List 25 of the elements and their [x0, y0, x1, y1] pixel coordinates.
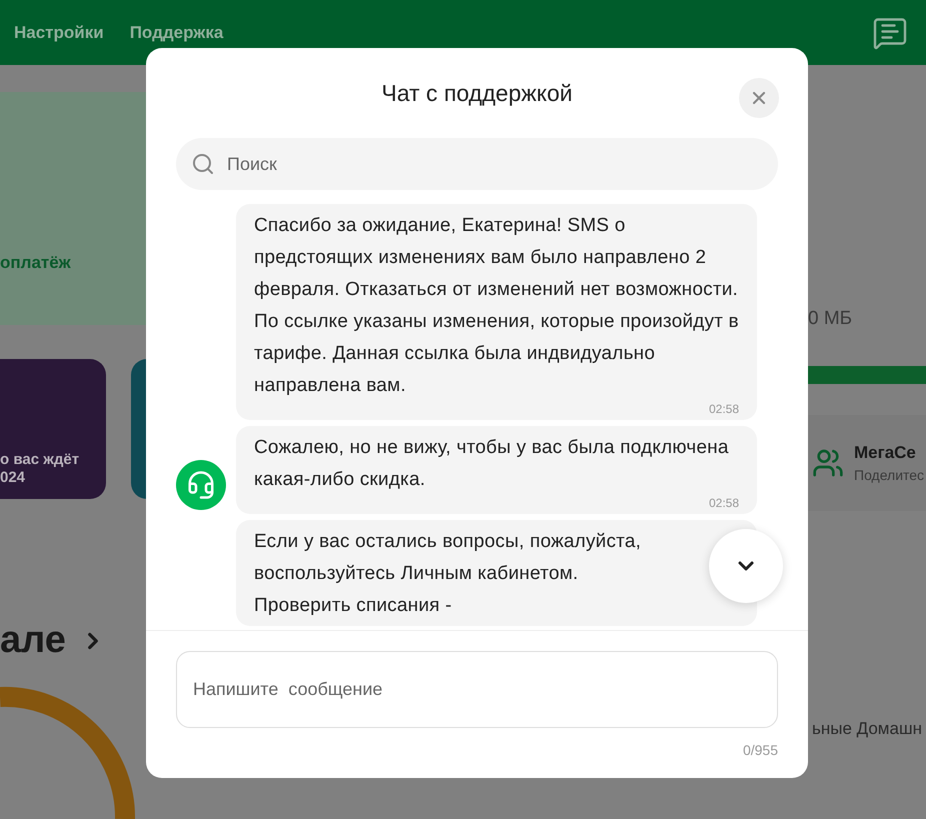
nav-link[interactable]: Поддержка — [130, 20, 224, 46]
search-icon — [191, 152, 215, 176]
message-time: 02:58 — [708, 402, 739, 416]
service-subtitle: Поделитес — [854, 466, 924, 486]
service-card[interactable]: МегаСе Поделитес — [808, 415, 926, 511]
people-icon — [812, 447, 844, 479]
history-text: ьные Домашн — [812, 718, 922, 740]
search-field[interactable]: Поиск — [176, 138, 778, 190]
service-name: МегаСе — [854, 442, 917, 464]
story-title: о вас ждёт — [0, 451, 80, 469]
story-card[interactable]: о вас ждёт 024 — [0, 359, 106, 499]
close-button[interactable] — [739, 78, 779, 118]
character-counter: 0/955 — [742, 741, 778, 760]
headset-icon — [186, 470, 216, 500]
message-text: Если у вас остались вопросы, пожалуйста, воспользуйтесь Личным кабинетом. Проверить списания - — [254, 530, 642, 618]
section-title: але — [0, 618, 66, 663]
message-text: Спасибо за ожидание, Екатерина! SMS о предстоящих изменениях вам было направлено 2 февраля. Отказаться от изменений нет возможности. По ссылке указаны изменения, которые произойдут в тарифе. Данная ссылка была индвидуально направлена вам. — [254, 214, 739, 398]
story-year: 024 — [0, 469, 26, 487]
traffic-text: 0 МБ — [808, 307, 852, 331]
dialog-title: Чат с поддержкой — [382, 78, 572, 108]
message-text: Сожалею, но не вижу, чтобы у вас была подключена какая-либо скидка. — [254, 436, 730, 492]
message-time: 02:58 — [708, 496, 739, 510]
nav-link[interactable]: Настройки — [14, 20, 104, 46]
message-input[interactable]: Напишите сообщение — [176, 651, 778, 728]
promo-text: оплатёж — [0, 252, 71, 274]
